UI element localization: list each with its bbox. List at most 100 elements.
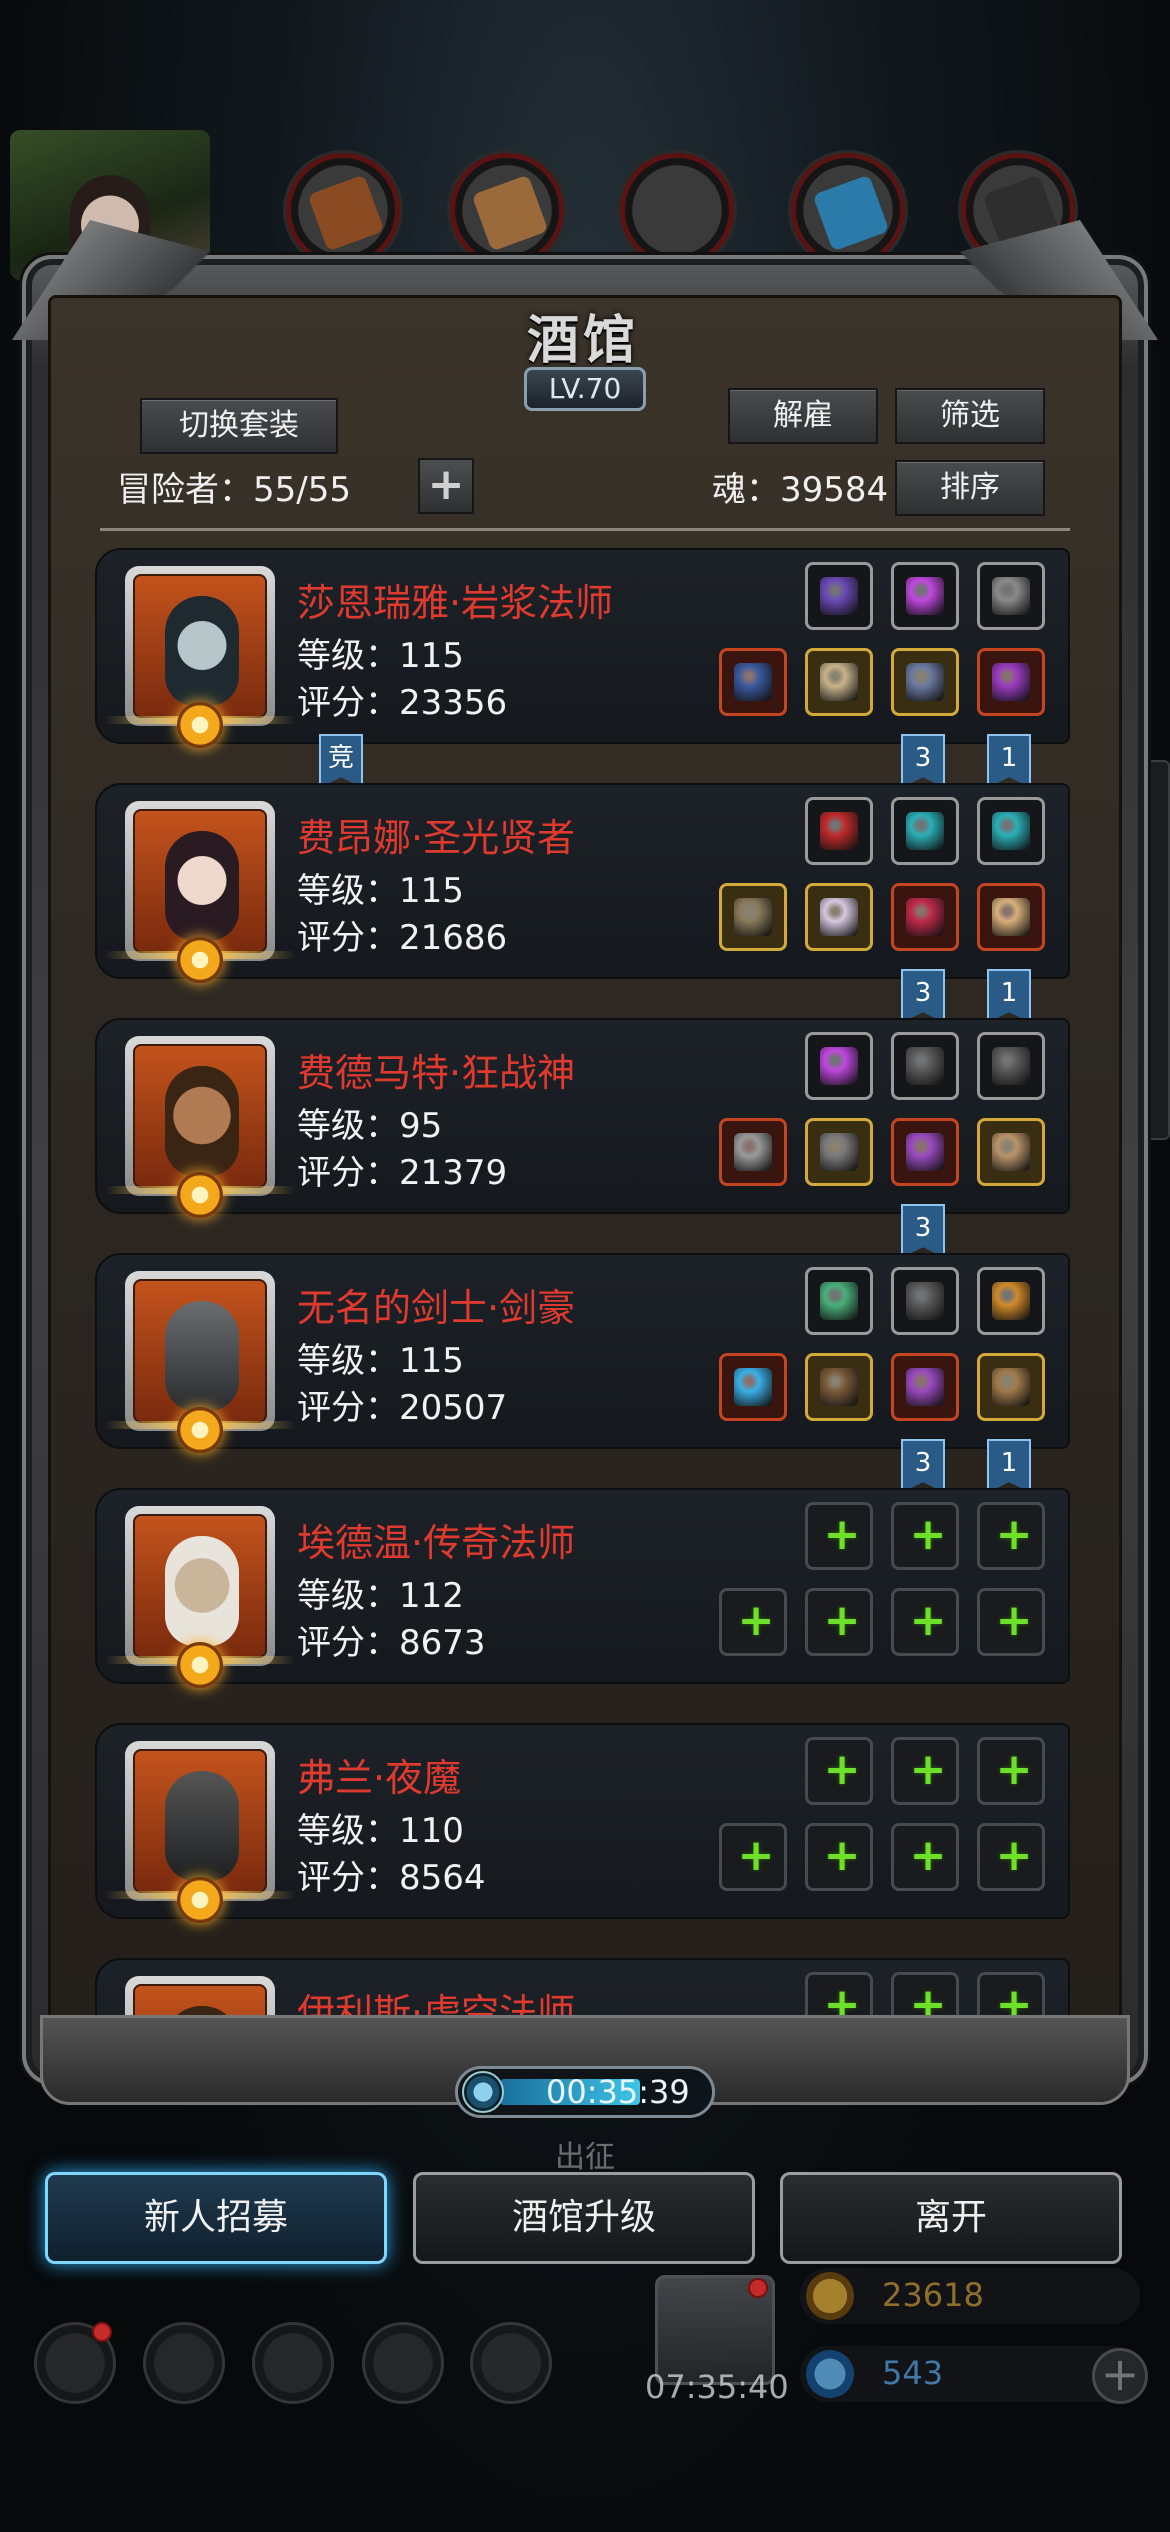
- chest-timer: 07:35:40: [645, 2368, 789, 2406]
- cloak-icon: [820, 898, 858, 936]
- equipment-slot[interactable]: [719, 648, 787, 716]
- star-rank-icon: [177, 1877, 223, 1923]
- quest-icon[interactable]: [143, 2322, 225, 2404]
- hero-card[interactable]: 莎恩瑞雅·岩浆法师 等级：115 评分：23356: [95, 548, 1070, 748]
- equipment-slot[interactable]: [891, 1032, 959, 1100]
- equipment-slot[interactable]: [805, 562, 873, 630]
- equipment-slot[interactable]: [977, 883, 1045, 951]
- boots-icon: [820, 1368, 858, 1406]
- star-rank-icon: [177, 1172, 223, 1218]
- mail-icon[interactable]: [362, 2322, 444, 2404]
- empty-equipment-slot[interactable]: +: [977, 1823, 1045, 1891]
- add-equipment-icon: +: [995, 1509, 1033, 1560]
- purple-crystal-icon: [906, 577, 944, 615]
- hero-level: 等级：95: [297, 1106, 443, 1146]
- empty-equipment-slot[interactable]: +: [805, 1823, 873, 1891]
- resource-slot-icon: [788, 150, 908, 270]
- empty-equipment-slot[interactable]: +: [977, 1737, 1045, 1805]
- hero-score: 评分：21379: [297, 1153, 508, 1193]
- equipment-slot[interactable]: [891, 883, 959, 951]
- red-bag-icon: [820, 812, 858, 850]
- hero-tag-badge: 1: [987, 969, 1031, 1023]
- sort-button[interactable]: 排序: [895, 460, 1045, 516]
- equipment-slot[interactable]: [805, 797, 873, 865]
- hero-level: 等级：115: [297, 871, 464, 911]
- hero-portrait: [105, 1036, 295, 1218]
- equipment-slot[interactable]: [719, 1353, 787, 1421]
- equipment-slot[interactable]: [977, 1353, 1045, 1421]
- equipment-slot[interactable]: [977, 648, 1045, 716]
- upgrade-tavern-button[interactable]: 酒馆升级: [413, 2172, 755, 2264]
- empty-equipment-slot[interactable]: +: [891, 1737, 959, 1805]
- timer: 00:35:39: [455, 2066, 715, 2118]
- hero-card[interactable]: 埃德温·传奇法师 等级：112 评分：8673 + + + + + + +: [95, 1488, 1070, 1688]
- hero-tag-badge: 1: [987, 1439, 1031, 1493]
- helmet-icon: [906, 1133, 944, 1171]
- empty-equipment-slot[interactable]: +: [805, 1588, 873, 1656]
- forge-icon[interactable]: [470, 2322, 552, 2404]
- gem-bar: 543: [800, 2346, 1140, 2402]
- equipment-slot[interactable]: [805, 883, 873, 951]
- empty-equipment-slot[interactable]: +: [805, 1737, 873, 1805]
- filter-button[interactable]: 筛选: [895, 388, 1045, 444]
- hero-tag-badge: 3: [901, 1204, 945, 1258]
- equipment-slot[interactable]: [977, 1032, 1045, 1100]
- hero-list[interactable]: 莎恩瑞雅·岩浆法师 等级：115 评分：23356 竞 3 1 费昂娜·圣光贤者 等级：11…: [95, 548, 1070, 2038]
- ring-icon: [992, 663, 1030, 701]
- empty-equipment-slot[interactable]: +: [977, 1588, 1045, 1656]
- equipment-slot[interactable]: [805, 1267, 873, 1335]
- equipment-slot[interactable]: [891, 1118, 959, 1186]
- equipment-slot[interactable]: [805, 1118, 873, 1186]
- potion-icon: [906, 898, 944, 936]
- leave-button[interactable]: 离开: [780, 2172, 1122, 2264]
- sword-icon: [734, 1368, 772, 1406]
- add-equipment-icon: +: [995, 1595, 1033, 1646]
- hero-score: 评分：20507: [297, 1388, 508, 1428]
- hero-card[interactable]: 费德马特·狂战神 等级：95 评分：21379: [95, 1018, 1070, 1218]
- hero-card[interactable]: 弗兰·夜魔 等级：110 评分：8564 + + + + + + +: [95, 1723, 1070, 1923]
- equipment-slot[interactable]: [977, 1267, 1045, 1335]
- equipment-slot[interactable]: [805, 1032, 873, 1100]
- empty-equipment-slot[interactable]: +: [891, 1823, 959, 1891]
- hero-card[interactable]: 无名的剑士·剑豪 等级：115 评分：20507: [95, 1253, 1070, 1453]
- gem-value: 543: [882, 2354, 944, 2392]
- recruit-button[interactable]: 新人招募: [45, 2172, 387, 2264]
- equipment-slot[interactable]: [977, 1118, 1045, 1186]
- hero-name: 莎恩瑞雅·岩浆法师: [297, 581, 614, 625]
- equipment-slot[interactable]: [977, 562, 1045, 630]
- equipment-slot[interactable]: [805, 648, 873, 716]
- empty-equipment-slot[interactable]: +: [719, 1823, 787, 1891]
- equipment-slot[interactable]: [891, 797, 959, 865]
- equipment-slot[interactable]: [891, 562, 959, 630]
- spear-icon: [734, 898, 772, 936]
- empty-equipment-slot[interactable]: +: [977, 1502, 1045, 1570]
- add-equipment-icon: +: [995, 1830, 1033, 1881]
- empty-equipment-slot[interactable]: +: [719, 1588, 787, 1656]
- emblem-icon: [992, 1282, 1030, 1320]
- empty-equipment-slot[interactable]: +: [891, 1502, 959, 1570]
- guild-icon[interactable]: [252, 2322, 334, 2404]
- equipment-slot[interactable]: [891, 1267, 959, 1335]
- mask-icon: [992, 577, 1030, 615]
- empty-equipment-slot[interactable]: +: [891, 1588, 959, 1656]
- equipment-slot[interactable]: [891, 648, 959, 716]
- hero-score: 评分：23356: [297, 683, 508, 723]
- empty-equipment-slot[interactable]: +: [805, 1502, 873, 1570]
- add-slots-button[interactable]: +: [418, 458, 474, 514]
- dismiss-button[interactable]: 解雇: [728, 388, 878, 444]
- equipment-slot[interactable]: [805, 1353, 873, 1421]
- equipment-slot[interactable]: [719, 883, 787, 951]
- hero-tag-badge: 1: [987, 734, 1031, 788]
- amulet-icon: [906, 663, 944, 701]
- teal-gem-icon: [906, 812, 944, 850]
- equipment-slot[interactable]: [977, 797, 1045, 865]
- hero-card[interactable]: 费昂娜·圣光贤者 等级：115 评分：21686: [95, 783, 1070, 983]
- purple-crystal-icon: [820, 1047, 858, 1085]
- add-equipment-icon: +: [737, 1595, 775, 1646]
- add-currency-button[interactable]: +: [1092, 2348, 1148, 2404]
- add-equipment-icon: +: [909, 1509, 947, 1560]
- resource-slot-icon: [283, 150, 403, 270]
- switch-set-button[interactable]: 切换套装: [140, 398, 338, 454]
- equipment-slot[interactable]: [891, 1353, 959, 1421]
- equipment-slot[interactable]: [719, 1118, 787, 1186]
